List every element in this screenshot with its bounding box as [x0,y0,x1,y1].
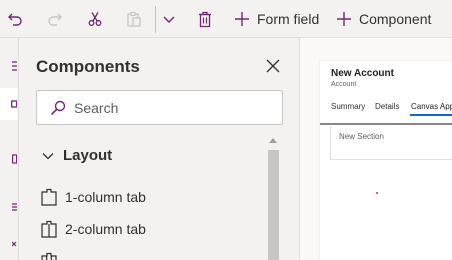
list-item-3-column-tab[interactable] [41,249,261,260]
one-column-tab-icon [41,188,57,206]
business-rules-icon [12,241,17,247]
paste-button[interactable] [126,9,142,29]
panel-title: Components [36,57,140,76]
cut-icon [88,12,102,26]
cut-button[interactable] [87,9,103,29]
tab-content-area[interactable]: New Section [320,123,452,260]
rail-form-libraries-button[interactable] [0,191,18,223]
layout-section-label: Layout [63,147,113,164]
list-item-2-column-tab[interactable]: 2-column tab [41,217,261,241]
table-columns-icon [12,61,17,71]
scrollbar-thumb[interactable] [268,150,279,260]
components-panel: Components Layout 1-column tab 2-column … [20,38,298,260]
scroll-up-arrow-icon[interactable] [269,138,277,143]
paste-icon [127,11,141,27]
redo-button[interactable] [47,9,63,29]
search-box[interactable] [36,90,283,125]
section-label: New Section [339,132,384,141]
plus-icon [235,12,249,26]
more-commands-button[interactable] [162,9,176,29]
close-icon [266,59,280,73]
rail-table-columns-button[interactable] [0,50,18,82]
toolbar-divider [155,6,156,33]
delete-button[interactable] [197,9,213,29]
list-item-label: 2-column tab [65,221,146,237]
plus-icon [337,12,351,26]
cursor-dot [376,192,378,194]
list-item-label: 1-column tab [65,189,146,205]
search-icon [50,100,66,115]
rail-business-rules-button[interactable] [0,228,18,260]
component-label: Component [359,11,432,27]
command-bar: Form field Component [0,0,452,38]
active-tab-indicator [410,114,452,116]
tree-view-icon [12,154,17,164]
layout-section-toggle[interactable]: Layout [42,147,112,164]
list-item-1-column-tab[interactable]: 1-column tab [41,185,261,209]
form-entity-name: Account [331,81,357,88]
undo-icon [8,13,22,26]
left-rail [0,38,19,260]
tab-canvas-app[interactable]: Canvas App [411,102,452,111]
chevron-down-icon [163,16,175,23]
form-title: New Account [331,68,394,79]
components-icon [11,100,17,108]
rail-tree-view-button[interactable] [0,143,18,175]
add-component-button[interactable]: Component [336,9,431,29]
redo-icon [48,13,62,26]
two-column-tab-icon [41,220,57,238]
delete-icon [199,11,211,27]
form-field-label: Form field [257,11,320,27]
form-preview-card: New Account Account Summary Details Canv… [320,61,452,260]
form-libraries-icon [12,203,17,211]
three-column-tab-icon [41,252,57,260]
tab-details[interactable]: Details [375,102,399,111]
chevron-down-icon [42,152,54,159]
rail-components-button[interactable] [0,88,18,120]
tab-summary[interactable]: Summary [331,102,365,111]
form-preview-canvas: New Account Account Summary Details Canv… [299,38,452,260]
undo-button[interactable] [7,9,23,29]
search-input[interactable] [74,99,274,116]
form-section[interactable]: New Section [330,126,452,160]
close-panel-button[interactable] [264,57,282,75]
add-form-field-button[interactable]: Form field [234,9,319,29]
panel-scrollbar[interactable] [267,138,281,260]
